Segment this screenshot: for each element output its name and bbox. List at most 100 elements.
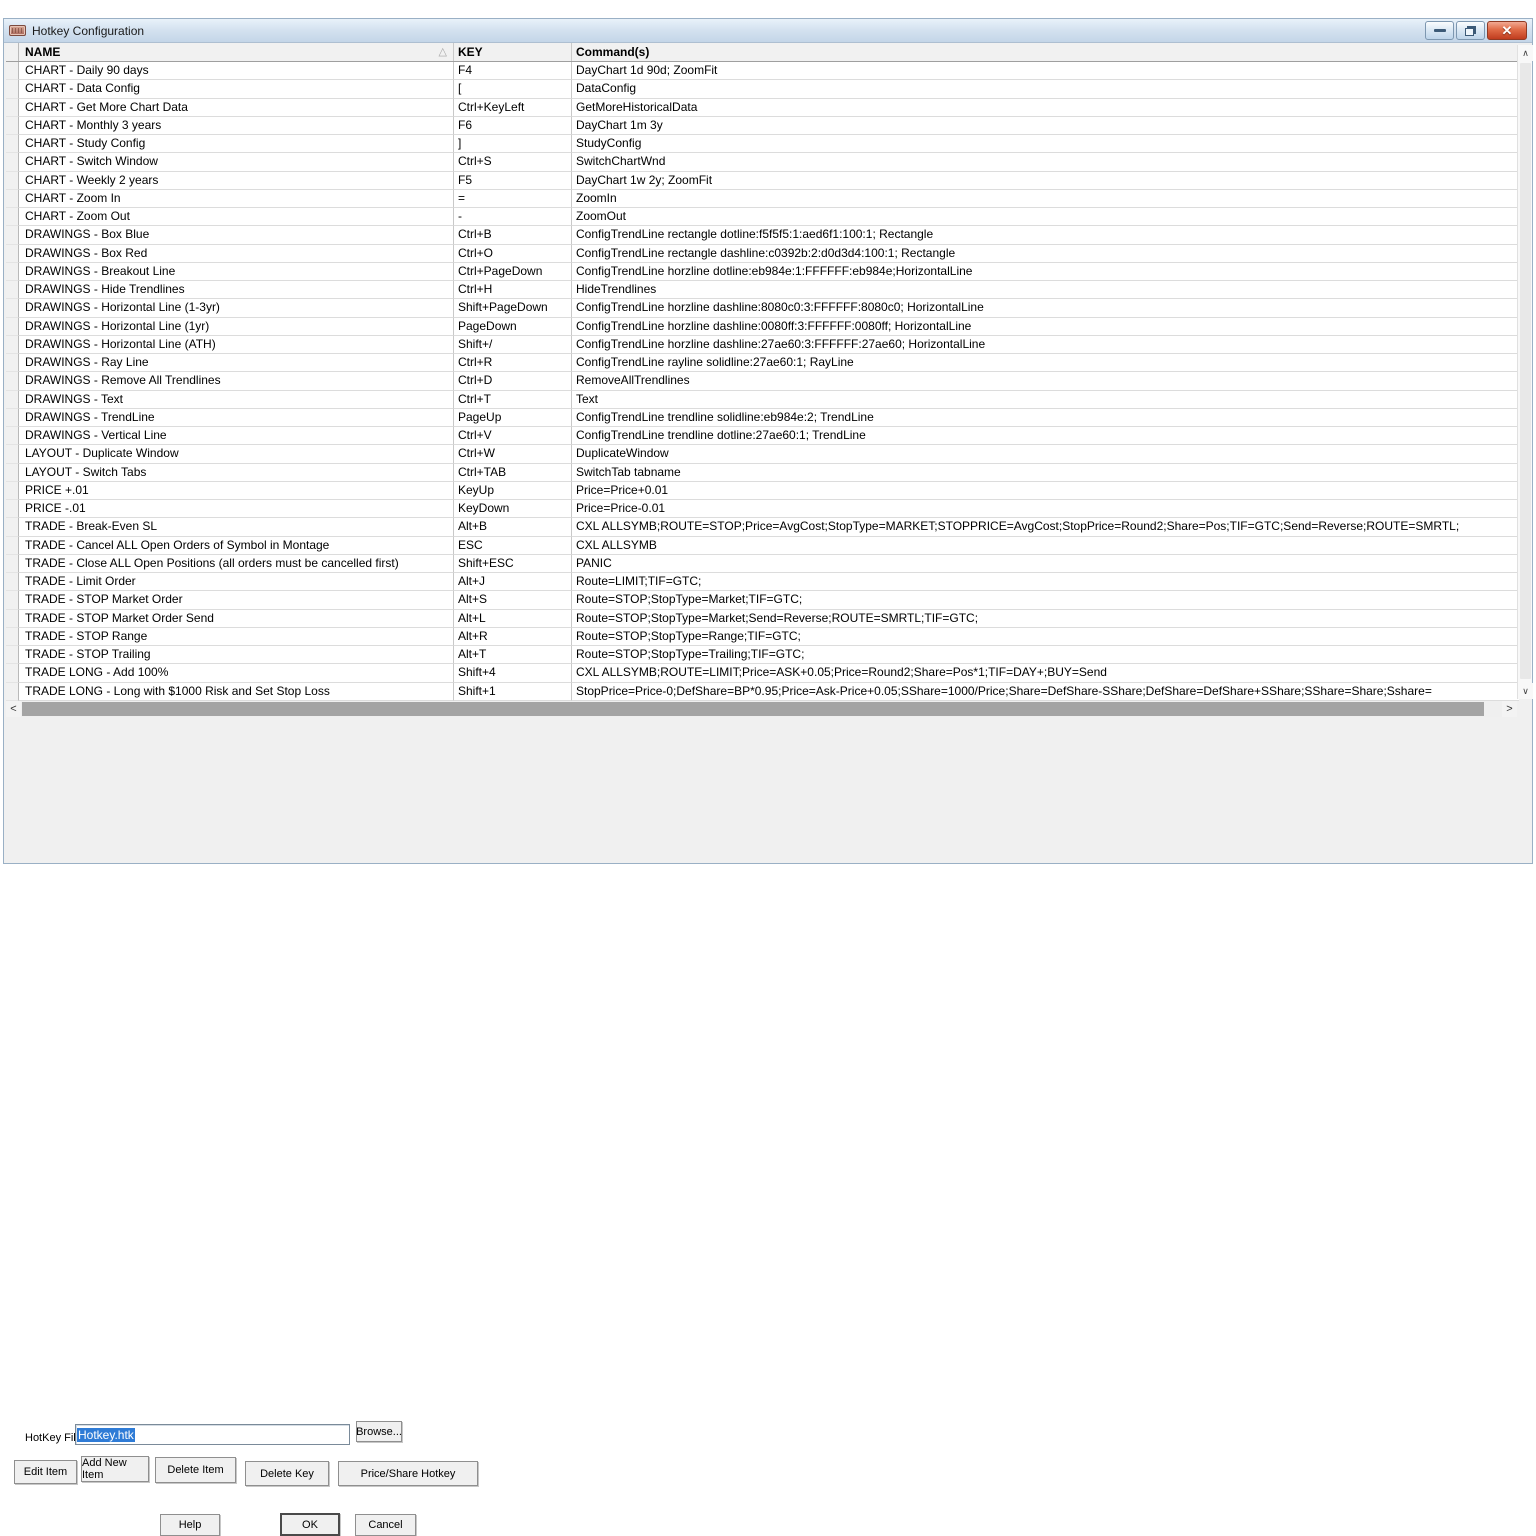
table-row[interactable]: CHART - Study Config]StudyConfig (6, 135, 1519, 153)
horizontal-scroll-thumb[interactable] (22, 702, 1484, 716)
table-row[interactable]: DRAWINGS - Horizontal Line (ATH)Shift+/C… (6, 336, 1519, 354)
row-command: ZoomIn (571, 190, 1519, 208)
row-selector[interactable] (6, 372, 19, 390)
row-selector[interactable] (6, 664, 19, 682)
titlebar[interactable]: Hotkey Configuration ✕ (4, 19, 1532, 43)
table-row[interactable]: CHART - Zoom Out-ZoomOut (6, 208, 1519, 226)
row-selector[interactable] (6, 500, 19, 518)
row-selector[interactable] (6, 409, 19, 427)
row-selector[interactable] (6, 318, 19, 336)
browse-button[interactable]: Browse... (356, 1421, 402, 1442)
table-row[interactable]: TRADE - Close ALL Open Positions (all or… (6, 555, 1519, 573)
row-selector[interactable] (6, 245, 19, 263)
row-selector[interactable] (6, 610, 19, 628)
table-row[interactable]: PRICE -.01KeyDownPrice=Price-0.01 (6, 500, 1519, 518)
table-row[interactable]: TRADE LONG - Long with $1000 Risk and Se… (6, 683, 1519, 701)
delete-key-button[interactable]: Delete Key (245, 1461, 329, 1486)
table-row[interactable]: CHART - Get More Chart DataCtrl+KeyLeftG… (6, 99, 1519, 117)
table-row[interactable]: CHART - Weekly 2 yearsF5DayChart 1w 2y; … (6, 172, 1519, 190)
table-row[interactable]: TRADE - STOP Market Order SendAlt+LRoute… (6, 610, 1519, 628)
edit-item-button[interactable]: Edit Item (14, 1460, 77, 1484)
row-selector[interactable] (6, 226, 19, 244)
row-selector[interactable] (6, 518, 19, 536)
scroll-up-icon[interactable]: ∧ (1518, 45, 1533, 61)
row-selector[interactable] (6, 62, 19, 80)
row-selector[interactable] (6, 80, 19, 98)
vertical-scrollbar[interactable]: ∧ ∨ (1517, 45, 1532, 699)
row-selector[interactable] (6, 683, 19, 701)
scroll-left-icon[interactable]: < (6, 701, 21, 717)
table-row[interactable]: DRAWINGS - Box BlueCtrl+BConfigTrendLine… (6, 226, 1519, 244)
row-selector[interactable] (6, 281, 19, 299)
table-row[interactable]: TRADE - Limit OrderAlt+JRoute=LIMIT;TIF=… (6, 573, 1519, 591)
table-row[interactable]: TRADE - Cancel ALL Open Orders of Symbol… (6, 537, 1519, 555)
scroll-right-icon[interactable]: > (1502, 701, 1517, 717)
row-selector[interactable] (6, 135, 19, 153)
scroll-down-icon[interactable]: ∨ (1518, 683, 1533, 699)
table-row[interactable]: TRADE - STOP TrailingAlt+TRoute=STOP;Sto… (6, 646, 1519, 664)
row-selector[interactable] (6, 573, 19, 591)
table-row[interactable]: TRADE - Break-Even SLAlt+BCXL ALLSYMB;RO… (6, 518, 1519, 536)
minimize-button[interactable] (1425, 21, 1454, 40)
table-row[interactable]: DRAWINGS - Remove All TrendlinesCtrl+DRe… (6, 372, 1519, 390)
table-row[interactable]: DRAWINGS - TextCtrl+TText (6, 391, 1519, 409)
table-row[interactable]: TRADE - STOP RangeAlt+RRoute=STOP;StopTy… (6, 628, 1519, 646)
row-selector[interactable] (6, 391, 19, 409)
add-new-item-button[interactable]: Add New Item (81, 1456, 149, 1482)
table-row[interactable]: TRADE - STOP Market OrderAlt+SRoute=STOP… (6, 591, 1519, 609)
row-name: CHART - Switch Window (19, 153, 453, 171)
table-row[interactable]: LAYOUT - Switch TabsCtrl+TABSwitchTab ta… (6, 464, 1519, 482)
table-row[interactable]: CHART - Zoom In=ZoomIn (6, 190, 1519, 208)
table-row[interactable]: CHART - Daily 90 daysF4DayChart 1d 90d; … (6, 62, 1519, 80)
table-row[interactable]: DRAWINGS - Horizontal Line (1-3yr)Shift+… (6, 299, 1519, 317)
row-command: RemoveAllTrendlines (571, 372, 1519, 390)
row-selector[interactable] (6, 299, 19, 317)
row-selector[interactable] (6, 464, 19, 482)
table-row[interactable]: TRADE LONG - Add 100%Shift+4CXL ALLSYMB;… (6, 664, 1519, 682)
table-row[interactable]: DRAWINGS - Horizontal Line (1yr)PageDown… (6, 318, 1519, 336)
row-selector[interactable] (6, 354, 19, 372)
table-row[interactable]: DRAWINGS - Ray LineCtrl+RConfigTrendLine… (6, 354, 1519, 372)
row-name: TRADE LONG - Add 100% (19, 664, 453, 682)
row-selector[interactable] (6, 263, 19, 281)
table-row[interactable]: DRAWINGS - Vertical LineCtrl+VConfigTren… (6, 427, 1519, 445)
row-selector[interactable] (6, 153, 19, 171)
ok-button[interactable]: OK (280, 1513, 340, 1536)
delete-item-button[interactable]: Delete Item (155, 1457, 236, 1483)
table-row[interactable]: DRAWINGS - TrendLinePageUpConfigTrendLin… (6, 409, 1519, 427)
header-selector-cell (6, 43, 19, 61)
row-selector[interactable] (6, 537, 19, 555)
table-row[interactable]: CHART - Data Config[DataConfig (6, 80, 1519, 98)
column-header-name[interactable]: NAME △ (19, 43, 453, 61)
cancel-button[interactable]: Cancel (355, 1514, 416, 1536)
horizontal-scrollbar[interactable]: < > (6, 701, 1517, 717)
row-selector[interactable] (6, 628, 19, 646)
row-selector[interactable] (6, 555, 19, 573)
row-selector[interactable] (6, 117, 19, 135)
restore-button[interactable] (1456, 21, 1485, 40)
close-button[interactable]: ✕ (1487, 21, 1527, 40)
row-selector[interactable] (6, 190, 19, 208)
table-row[interactable]: LAYOUT - Duplicate WindowCtrl+WDuplicate… (6, 445, 1519, 463)
table-row[interactable]: PRICE +.01KeyUpPrice=Price+0.01 (6, 482, 1519, 500)
row-selector[interactable] (6, 336, 19, 354)
row-selector[interactable] (6, 591, 19, 609)
row-selector[interactable] (6, 427, 19, 445)
column-header-commands[interactable]: Command(s) (571, 43, 1519, 61)
vertical-scroll-thumb[interactable] (1520, 63, 1531, 679)
column-header-key[interactable]: KEY (453, 43, 571, 61)
row-selector[interactable] (6, 445, 19, 463)
row-selector[interactable] (6, 482, 19, 500)
hotkey-file-input[interactable]: Hotkey.htk (75, 1424, 350, 1445)
row-selector[interactable] (6, 172, 19, 190)
table-row[interactable]: CHART - Monthly 3 yearsF6DayChart 1m 3y (6, 117, 1519, 135)
price-share-hotkey-button[interactable]: Price/Share Hotkey (338, 1461, 478, 1486)
table-row[interactable]: DRAWINGS - Breakout LineCtrl+PageDownCon… (6, 263, 1519, 281)
row-selector[interactable] (6, 208, 19, 226)
table-row[interactable]: DRAWINGS - Box RedCtrl+OConfigTrendLine … (6, 245, 1519, 263)
row-selector[interactable] (6, 646, 19, 664)
table-row[interactable]: DRAWINGS - Hide TrendlinesCtrl+HHideTren… (6, 281, 1519, 299)
row-selector[interactable] (6, 99, 19, 117)
help-button[interactable]: Help (160, 1514, 220, 1536)
table-row[interactable]: CHART - Switch WindowCtrl+SSwitchChartWn… (6, 153, 1519, 171)
